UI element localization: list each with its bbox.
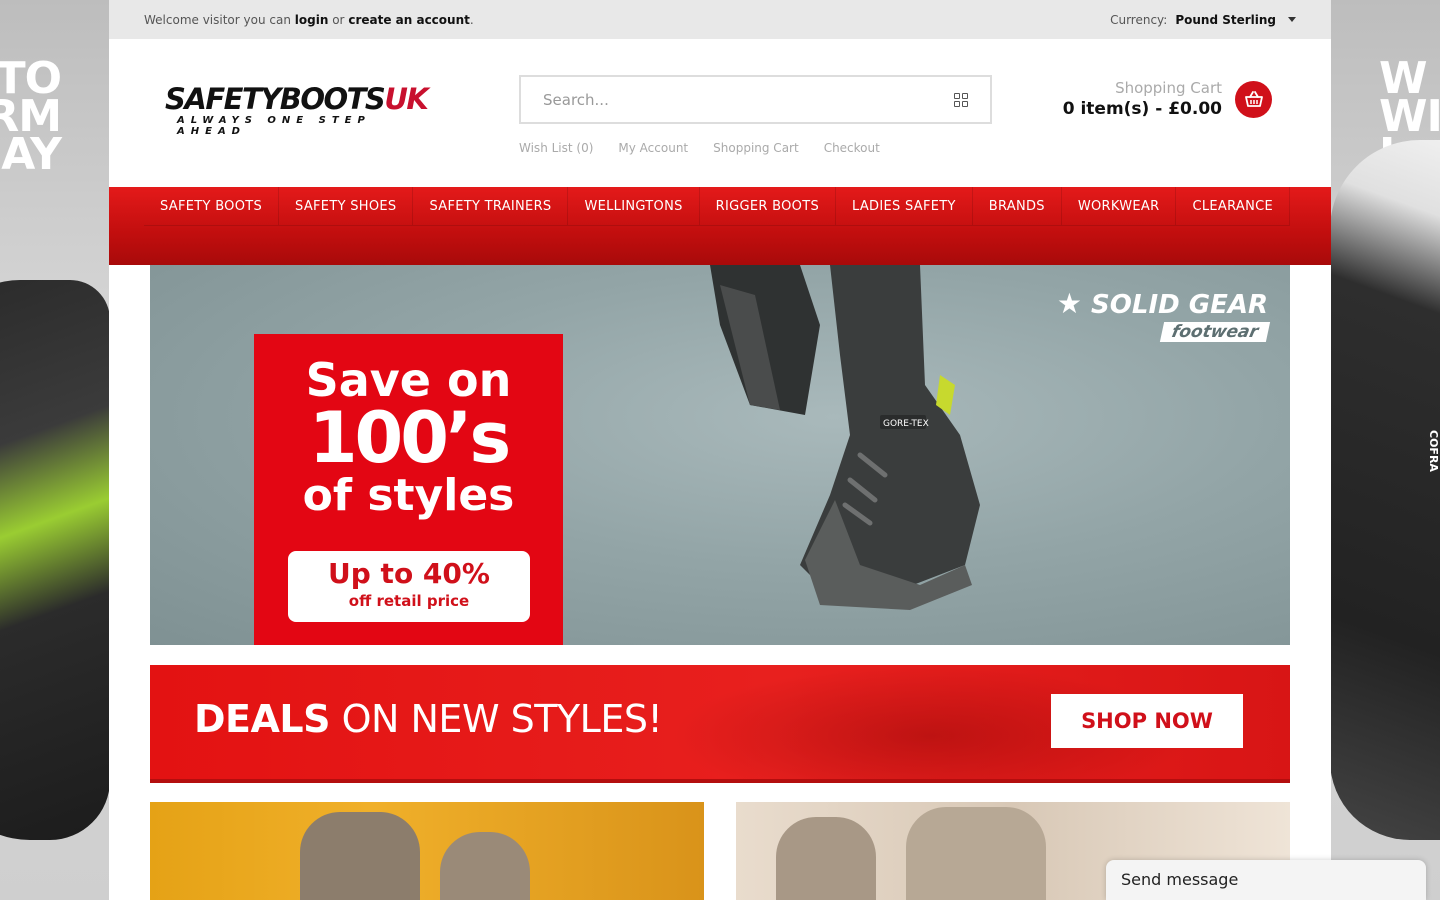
discount-pill: Up to 40% off retail price: [288, 551, 530, 622]
cart-total: 0 item(s) - £0.00: [1062, 99, 1222, 119]
hero-banner[interactable]: GORE-TEX ★ SOLID GEAR footwear Save on 1…: [150, 265, 1290, 645]
welcome-period: .: [469, 12, 474, 27]
discount-subtext: off retail price: [348, 592, 470, 610]
nav-item-workwear[interactable]: WORKWEAR: [1061, 187, 1177, 226]
nav-item-safety-trainers[interactable]: SAFETY TRAINERS: [413, 187, 569, 226]
promo-line-2: 100’s: [308, 397, 511, 479]
side-shoe-image-left: [0, 280, 109, 840]
discount-headline: Up to 40%: [328, 557, 490, 590]
search-input[interactable]: [543, 90, 923, 109]
nav-item-safety-shoes[interactable]: SAFETY SHOES: [279, 187, 414, 226]
cart-text: Shopping Cart 0 item(s) - £0.00: [1063, 79, 1222, 119]
main-nav: SAFETY BOOTS SAFETY SHOES SAFETY TRAINER…: [109, 187, 1331, 265]
site-logo[interactable]: SAFETYBOOTSUK ALWAYS ONE STEP AHEAD: [165, 82, 435, 137]
currency-label: Currency:: [1110, 12, 1168, 27]
tile-boot-image: [776, 817, 876, 900]
page-container: Welcome visitor you can login or create …: [109, 0, 1331, 900]
nav-item-wellingtons[interactable]: WELLINGTONS: [568, 187, 700, 226]
welcome-or: or: [332, 12, 345, 27]
nav-item-rigger-boots[interactable]: RIGGER BOOTS: [699, 187, 836, 226]
boot-image: GORE-TEX: [710, 265, 980, 610]
star-icon: ★: [1056, 287, 1082, 320]
tile-boot-image: [440, 832, 530, 900]
login-link[interactable]: login: [295, 13, 329, 27]
solid-gear-logo: ★ SOLID GEAR footwear: [1056, 287, 1271, 342]
currency-value[interactable]: Pound Sterling: [1175, 13, 1276, 27]
nav-item-safety-boots[interactable]: SAFETY BOOTS: [144, 187, 280, 226]
nav-item-clearance[interactable]: CLEARANCE: [1176, 187, 1290, 226]
chevron-down-icon: [1288, 17, 1296, 22]
currency-selector[interactable]: Currency: Pound Sterling: [1110, 13, 1296, 27]
my-account-link[interactable]: My Account: [618, 141, 688, 155]
header-links: Wish List (0) My Account Shopping Cart C…: [519, 141, 880, 155]
side-brand-label: COFRA: [1427, 430, 1440, 472]
logo-wordmark: SAFETYBOOTSUK: [165, 82, 429, 116]
top-bar: Welcome visitor you can login or create …: [109, 0, 1331, 39]
search-submit-icon[interactable]: [954, 92, 968, 107]
side-banner-left: TO RM AY: [0, 0, 109, 900]
deals-headline: DEALS ON NEW STYLES!: [194, 697, 663, 741]
promo-line-3: of styles: [302, 470, 515, 521]
shopping-cart-link[interactable]: Shopping Cart: [713, 141, 799, 155]
welcome-prefix: Welcome visitor you can: [144, 12, 291, 27]
nav-item-brands[interactable]: BRANDS: [972, 187, 1062, 226]
cart-label: Shopping Cart: [1115, 79, 1222, 97]
logo-tagline: ALWAYS ONE STEP AHEAD: [177, 115, 371, 137]
side-banner-left-text: TO RM AY: [0, 53, 62, 180]
category-tile-1[interactable]: [150, 802, 704, 900]
welcome-message: Welcome visitor you can login or create …: [144, 13, 474, 27]
site-header: SAFETYBOOTSUK ALWAYS ONE STEP AHEAD Wish…: [109, 39, 1331, 187]
brand-subtitle: footwear: [1159, 322, 1271, 342]
create-account-link[interactable]: create an account: [348, 13, 470, 27]
shop-now-button[interactable]: SHOP NOW: [1051, 694, 1243, 748]
search-box: [519, 75, 992, 124]
brand-name: ★ SOLID GEAR: [1056, 287, 1268, 320]
tile-boot-image: [300, 812, 420, 900]
side-shoe-image-right: [1331, 140, 1440, 840]
side-banner-right: W WI L COFRA: [1331, 0, 1440, 900]
checkout-link[interactable]: Checkout: [824, 141, 880, 155]
cart-summary[interactable]: Shopping Cart 0 item(s) - £0.00: [1063, 79, 1272, 119]
basket-icon[interactable]: [1235, 80, 1272, 118]
nav-item-ladies-safety[interactable]: LADIES SAFETY: [836, 187, 973, 226]
wish-list-link[interactable]: Wish List (0): [519, 141, 593, 155]
send-message-widget[interactable]: Send message: [1106, 860, 1426, 900]
deals-banner[interactable]: DEALS ON NEW STYLES! SHOP NOW: [150, 665, 1290, 783]
boot-brand-label: GORE-TEX: [883, 419, 929, 429]
promo-box: Save on 100’s of styles Up to 40% off re…: [254, 334, 563, 645]
tile-boot-image: [906, 807, 1046, 900]
